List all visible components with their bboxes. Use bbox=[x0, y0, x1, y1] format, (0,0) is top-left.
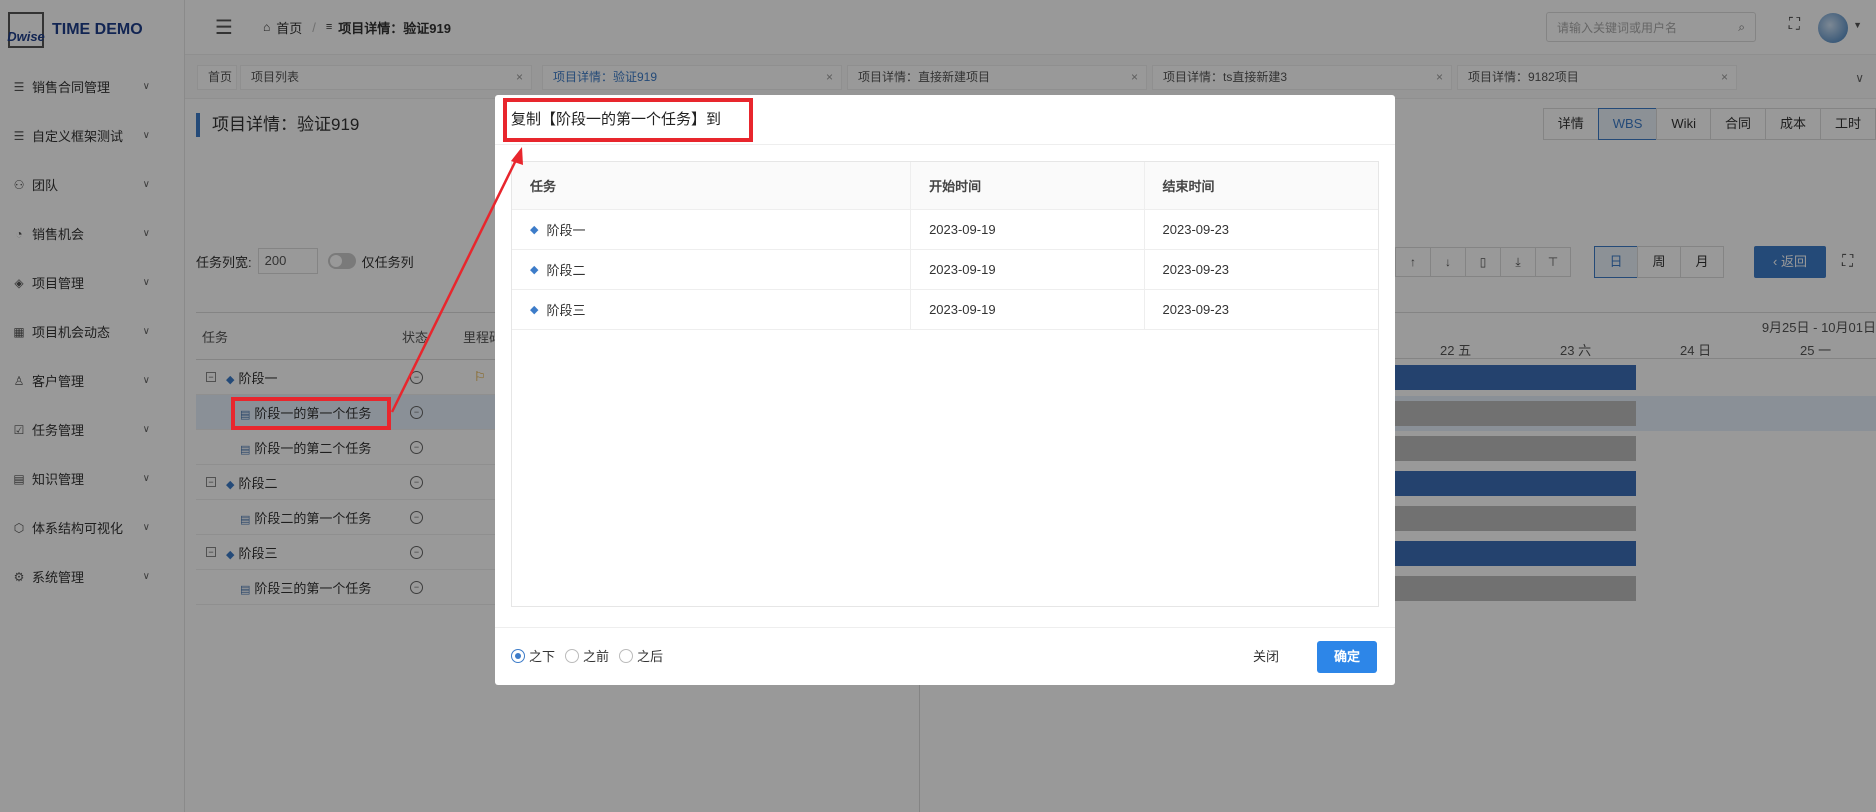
annotation-arrow bbox=[390, 147, 523, 413]
